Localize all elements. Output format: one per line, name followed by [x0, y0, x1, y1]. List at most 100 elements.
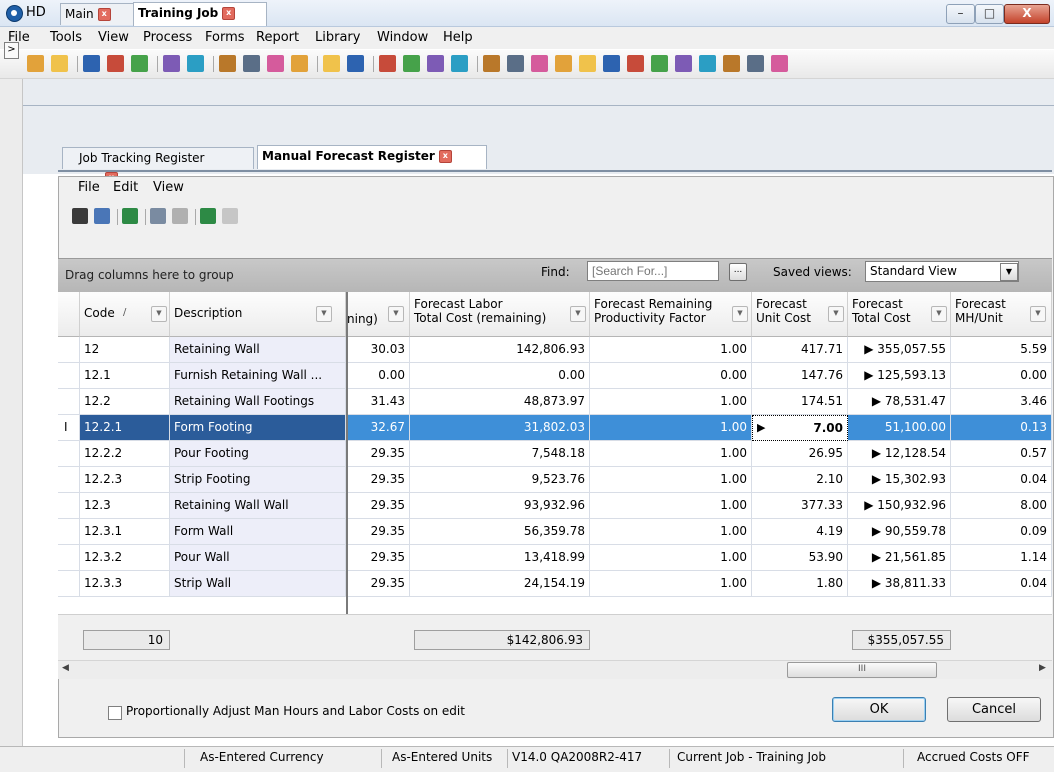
open-icon[interactable]: [51, 55, 68, 72]
tree-icon[interactable]: [187, 55, 204, 72]
scrollbar-thumb[interactable]: III: [787, 662, 937, 678]
cell-partial[interactable]: 29.35: [346, 493, 410, 519]
menu-process[interactable]: Process: [143, 30, 192, 45]
cell-code[interactable]: 12.2.3: [80, 467, 170, 493]
cell-labor-total[interactable]: 31,802.03: [410, 415, 590, 441]
flag-icon[interactable]: [451, 55, 468, 72]
cell-productivity[interactable]: 1.00: [590, 519, 752, 545]
cell-description[interactable]: Pour Wall: [170, 545, 346, 571]
cell-partial[interactable]: 29.35: [346, 571, 410, 597]
cell-labor-total[interactable]: 48,873.97: [410, 389, 590, 415]
cell-unit-cost[interactable]: 174.51: [752, 389, 848, 415]
filter-icon[interactable]: ▼: [151, 306, 167, 322]
row-selector[interactable]: [58, 363, 80, 389]
cell-description[interactable]: Retaining Wall Footings: [170, 389, 346, 415]
row-selector[interactable]: [58, 441, 80, 467]
mail-icon[interactable]: [379, 55, 396, 72]
menu-report[interactable]: Report: [256, 30, 299, 45]
menu-view[interactable]: View: [98, 30, 129, 45]
cell-total-cost[interactable]: ▶ 15,302.93: [848, 467, 951, 493]
cell-mh-unit[interactable]: 0.04: [951, 571, 1052, 597]
print-preview-icon[interactable]: [94, 208, 110, 224]
cell-total-cost[interactable]: ▶ 12,128.54: [848, 441, 951, 467]
ok-button[interactable]: OK: [832, 697, 926, 722]
cell-partial[interactable]: 29.35: [346, 545, 410, 571]
cell-labor-total[interactable]: 0.00: [410, 363, 590, 389]
cell-code[interactable]: 12: [80, 337, 170, 363]
cell-total-cost[interactable]: ▶ 125,593.13: [848, 363, 951, 389]
row-selector[interactable]: [58, 493, 80, 519]
comment-icon[interactable]: [403, 55, 420, 72]
tools-icon[interactable]: [651, 55, 668, 72]
cell-productivity[interactable]: 1.00: [590, 493, 752, 519]
cell-total-cost[interactable]: ▶ 38,811.33: [848, 571, 951, 597]
cell-labor-total[interactable]: 9,523.76: [410, 467, 590, 493]
cell-mh-unit[interactable]: 0.09: [951, 519, 1052, 545]
cell-productivity[interactable]: 1.00: [590, 337, 752, 363]
cell-code[interactable]: 12.1: [80, 363, 170, 389]
settings-icon[interactable]: [675, 55, 692, 72]
inner-menu-edit[interactable]: Edit: [113, 180, 138, 195]
cell-total-cost[interactable]: ▶ 78,531.47: [848, 389, 951, 415]
cell-mh-unit[interactable]: 8.00: [951, 493, 1052, 519]
saved-views-select[interactable]: Standard View: [865, 261, 1019, 282]
cell-unit-cost[interactable]: 2.10: [752, 467, 848, 493]
cell-unit-cost[interactable]: 147.76: [752, 363, 848, 389]
network-icon[interactable]: [291, 55, 308, 72]
cell-total-cost[interactable]: ▶ 90,559.78: [848, 519, 951, 545]
cell-mh-unit[interactable]: 0.13: [951, 415, 1052, 441]
cell-productivity[interactable]: 0.00: [590, 363, 752, 389]
save-icon[interactable]: [83, 55, 100, 72]
cell-productivity[interactable]: 1.00: [590, 467, 752, 493]
close-tab-icon[interactable]: x: [438, 150, 452, 163]
cell-description[interactable]: Retaining Wall: [170, 337, 346, 363]
filter-icon[interactable]: ▼: [388, 306, 404, 322]
filter-icon[interactable]: ▼: [570, 306, 586, 322]
cell-productivity[interactable]: 1.00: [590, 389, 752, 415]
filter-icon[interactable]: ▼: [931, 306, 947, 322]
target-icon[interactable]: [579, 55, 596, 72]
export-excel-icon[interactable]: [122, 208, 138, 224]
tab-training-job[interactable]: Training Job x: [133, 2, 267, 26]
row-selector[interactable]: [58, 545, 80, 571]
project-icon[interactable]: [131, 55, 148, 72]
mountain-icon[interactable]: [699, 55, 716, 72]
document-icon[interactable]: [323, 55, 340, 72]
row-selector[interactable]: I: [58, 415, 80, 441]
cell-description[interactable]: Retaining Wall Wall: [170, 493, 346, 519]
cell-mh-unit[interactable]: 0.04: [951, 467, 1052, 493]
inner-menu-view[interactable]: View: [153, 180, 184, 195]
cell-mh-unit[interactable]: 1.14: [951, 545, 1052, 571]
cell-unit-cost[interactable]: 4.19: [752, 519, 848, 545]
cell-code[interactable]: 12.2.2: [80, 441, 170, 467]
cell-code[interactable]: 12.2: [80, 389, 170, 415]
cell-mh-unit[interactable]: 3.46: [951, 389, 1052, 415]
cell-description[interactable]: Pour Footing: [170, 441, 346, 467]
money-icon[interactable]: [627, 55, 644, 72]
cell-description[interactable]: Strip Wall: [170, 571, 346, 597]
cell-unit-cost[interactable]: 377.33: [752, 493, 848, 519]
row-selector[interactable]: [58, 337, 80, 363]
cell-unit-cost-editing[interactable]: 7.00: [752, 415, 848, 441]
cell-unit-cost[interactable]: 417.71: [752, 337, 848, 363]
menu-library[interactable]: Library: [315, 30, 360, 45]
cell-code[interactable]: 12.3.3: [80, 571, 170, 597]
close-tab-icon[interactable]: x: [97, 8, 111, 21]
cell-mh-unit[interactable]: 0.57: [951, 441, 1052, 467]
grid-icon[interactable]: [267, 55, 284, 72]
menu-window[interactable]: Window: [377, 30, 428, 45]
close-button[interactable]: X: [1004, 4, 1050, 24]
cell-labor-total[interactable]: 13,418.99: [410, 545, 590, 571]
approve-icon[interactable]: [427, 55, 444, 72]
scroll-left-icon[interactable]: ◀: [62, 663, 69, 673]
cell-unit-cost[interactable]: 53.90: [752, 545, 848, 571]
org-icon[interactable]: [347, 55, 364, 72]
open-folder-icon[interactable]: [27, 55, 44, 72]
cell-mh-unit[interactable]: 5.59: [951, 337, 1052, 363]
clipboard-icon[interactable]: [555, 55, 572, 72]
tab-main[interactable]: Main x: [60, 3, 141, 25]
cell-partial[interactable]: 29.35: [346, 519, 410, 545]
crosshair-icon[interactable]: [603, 55, 620, 72]
filter-icon[interactable]: ▼: [732, 306, 748, 322]
copy-icon[interactable]: [150, 208, 166, 224]
